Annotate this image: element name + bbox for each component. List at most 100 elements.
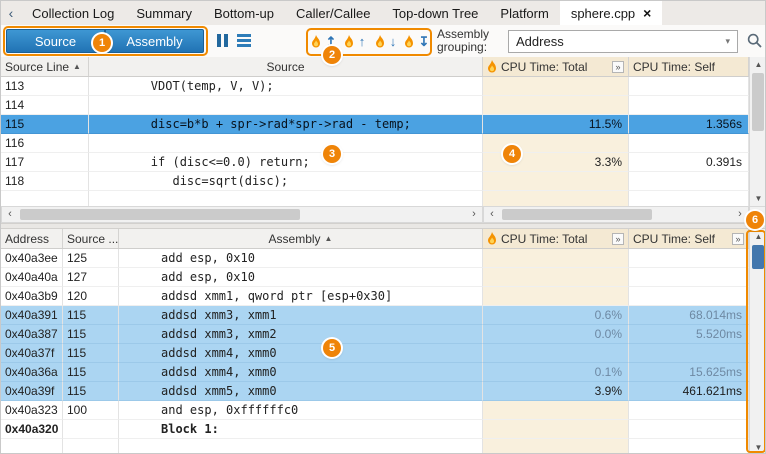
source-vertical-scrollbar[interactable]: ▲ ▼ <box>749 57 766 206</box>
assembly-cell: addsd xmm5, xmm0 <box>119 382 483 401</box>
assembly-cell: addsd xmm4, xmm0 <box>119 344 483 363</box>
flame-icon <box>344 35 354 48</box>
tab-caller-callee[interactable]: Caller/Callee <box>285 1 381 25</box>
assembly-row-block-start[interactable]: 0x40a320 Block 1: <box>1 420 749 439</box>
scroll-up-icon[interactable]: ▲ <box>750 229 766 244</box>
assembly-grouping-label-line2: grouping: <box>437 41 489 54</box>
address-cell: 0x40a320 <box>1 420 63 439</box>
address-cell: 0x40a3b9 <box>1 287 63 306</box>
sort-ascending-icon: ▲ <box>325 234 333 243</box>
cpu-total-cell <box>483 96 629 115</box>
cpu-self-cell: 68.014ms <box>629 306 749 325</box>
cpu-self-cell <box>629 172 749 191</box>
assembly-row-highlighted[interactable]: 0x40a387 115 addsd xmm3, xmm2 0.0% 5.520… <box>1 325 749 344</box>
column-header-source-label: Source <box>266 60 304 74</box>
source-table-header: Source Line ▲ Source CPU Time: Total » C… <box>1 57 749 77</box>
cpu-columns-horizontal-scrollbar[interactable]: ‹ › <box>483 206 749 223</box>
search-icon[interactable] <box>747 33 762 51</box>
source-line-cell: 116 <box>1 134 89 153</box>
scrollbar-thumb[interactable] <box>752 245 764 269</box>
close-icon[interactable]: × <box>643 6 651 20</box>
cpu-total-cell <box>483 172 629 191</box>
source-row-116[interactable]: 116 <box>1 134 749 153</box>
source-row-113[interactable]: 113 VDOT(temp, V, V); <box>1 77 749 96</box>
cpu-self-cell: 461.621ms <box>629 382 749 401</box>
scroll-up-icon[interactable]: ▲ <box>750 57 766 72</box>
expand-column-icon[interactable]: » <box>612 233 624 245</box>
scroll-down-icon[interactable]: ▼ <box>750 440 766 454</box>
source-table-filler <box>1 191 749 206</box>
source-row-118[interactable]: 118 disc=sqrt(disc); <box>1 172 749 191</box>
source-code-cell: VDOT(temp, V, V); <box>89 77 483 96</box>
cpu-total-cell <box>483 344 629 363</box>
assembly-grouping-select[interactable]: Address ▾ <box>508 30 738 53</box>
source-line-cell: 117 <box>1 153 89 172</box>
assembly-vertical-scrollbar[interactable]: ▲ ▼ <box>749 229 766 454</box>
scroll-right-icon[interactable]: › <box>466 207 482 222</box>
source-line-cell: 115 <box>63 382 119 401</box>
tab-sphere-cpp[interactable]: sphere.cpp × <box>560 1 663 25</box>
address-cell: 0x40a37f <box>1 344 63 363</box>
scroll-down-icon[interactable]: ▼ <box>750 191 766 206</box>
callout-badge-3: 3 <box>323 145 341 163</box>
nav-coolest-line-down-button[interactable]: ↧ <box>402 30 431 53</box>
assembly-row[interactable]: 0x40a40a 127 add esp, 0x10 <box>1 268 749 287</box>
column-header-address[interactable]: Address <box>1 229 63 248</box>
assembly-row-highlighted[interactable]: 0x40a391 115 addsd xmm3, xmm1 0.6% 68.01… <box>1 306 749 325</box>
assembly-row[interactable]: 0x40a3ee 125 add esp, 0x10 <box>1 249 749 268</box>
tab-summary[interactable]: Summary <box>125 1 203 25</box>
source-row-117[interactable]: 117 if (disc<=0.0) return; 3.3% 0.391s <box>1 153 749 172</box>
assembly-row[interactable]: 0x40a323 100 and esp, 0xffffffc0 <box>1 401 749 420</box>
address-cell: 0x40a3ee <box>1 249 63 268</box>
column-header-source[interactable]: Source <box>89 57 483 76</box>
tab-collection-log[interactable]: Collection Log <box>21 1 125 25</box>
source-line-cell: 115 <box>63 344 119 363</box>
assembly-row-highlighted[interactable]: 0x40a37f 115 addsd xmm4, xmm0 <box>1 344 749 363</box>
tab-platform[interactable]: Platform <box>489 1 559 25</box>
source-row-114[interactable]: 114 <box>1 96 749 115</box>
nav-cooler-line-down-button[interactable]: ↓ <box>371 30 400 53</box>
column-header-cpu-self-label: CPU Time: Self <box>633 60 715 74</box>
column-header-cpu-self[interactable]: CPU Time: Self <box>629 57 749 76</box>
column-header-cpu-total-label: CPU Time: Total <box>501 232 587 246</box>
scroll-left-icon[interactable]: ‹ <box>484 207 500 222</box>
scrollbar-thumb[interactable] <box>502 209 652 220</box>
column-header-assembly[interactable]: Assembly ▲ <box>119 229 483 248</box>
tab-bottom-up[interactable]: Bottom-up <box>203 1 285 25</box>
cpu-total-cell: 0.6% <box>483 306 629 325</box>
cpu-self-cell: 5.520ms <box>629 325 749 344</box>
nav-hotter-line-up-button[interactable]: ↑ <box>340 30 369 53</box>
scrollbar-thumb[interactable] <box>20 209 300 220</box>
cpu-total-cell <box>483 420 629 439</box>
assembly-view-button[interactable]: Assembly <box>105 29 204 53</box>
cpu-self-cell <box>629 344 749 363</box>
assembly-cell: add esp, 0x10 <box>119 268 483 287</box>
cpu-self-cell: 1.356s <box>629 115 749 134</box>
assembly-row-highlighted[interactable]: 0x40a39f 115 addsd xmm5, xmm0 3.9% 461.6… <box>1 382 749 401</box>
tab-top-down-tree[interactable]: Top-down Tree <box>381 1 489 25</box>
column-header-cpu-total[interactable]: CPU Time: Total » <box>483 57 629 76</box>
back-icon[interactable]: ‹ <box>1 1 21 25</box>
pause-icon[interactable] <box>217 34 231 47</box>
expand-column-icon[interactable]: » <box>612 61 624 73</box>
column-header-cpu-self[interactable]: CPU Time: Self » <box>629 229 749 248</box>
assembly-row[interactable]: 0x40a3b9 120 addsd xmm1, qword ptr [esp+… <box>1 287 749 306</box>
assembly-cell: addsd xmm4, xmm0 <box>119 363 483 382</box>
expand-column-icon[interactable]: » <box>732 233 744 245</box>
source-code-cell: disc=b*b + spr->rad*spr->rad - temp; <box>89 115 483 134</box>
assembly-row-highlighted[interactable]: 0x40a36a 115 addsd xmm4, xmm0 0.1% 15.62… <box>1 363 749 382</box>
address-cell: 0x40a391 <box>1 306 63 325</box>
view-options-icon[interactable] <box>237 34 251 47</box>
source-line-cell: 113 <box>1 77 89 96</box>
source-horizontal-scrollbar[interactable]: ‹ › <box>1 206 483 223</box>
scroll-left-icon[interactable]: ‹ <box>2 207 18 222</box>
scrollbar-thumb[interactable] <box>752 73 764 131</box>
source-line-cell: 114 <box>1 96 89 115</box>
source-row-115-selected[interactable]: 115 disc=b*b + spr->rad*spr->rad - temp;… <box>1 115 749 134</box>
column-header-cpu-total[interactable]: CPU Time: Total » <box>483 229 629 248</box>
column-header-source-line[interactable]: Source Line ▲ <box>1 57 89 76</box>
tab-bar: ‹ Collection Log Summary Bottom-up Calle… <box>1 1 766 25</box>
cpu-self-cell <box>629 287 749 306</box>
column-header-source-line-truncated[interactable]: Source ... <box>63 229 119 248</box>
source-view-button[interactable]: Source <box>6 29 105 53</box>
